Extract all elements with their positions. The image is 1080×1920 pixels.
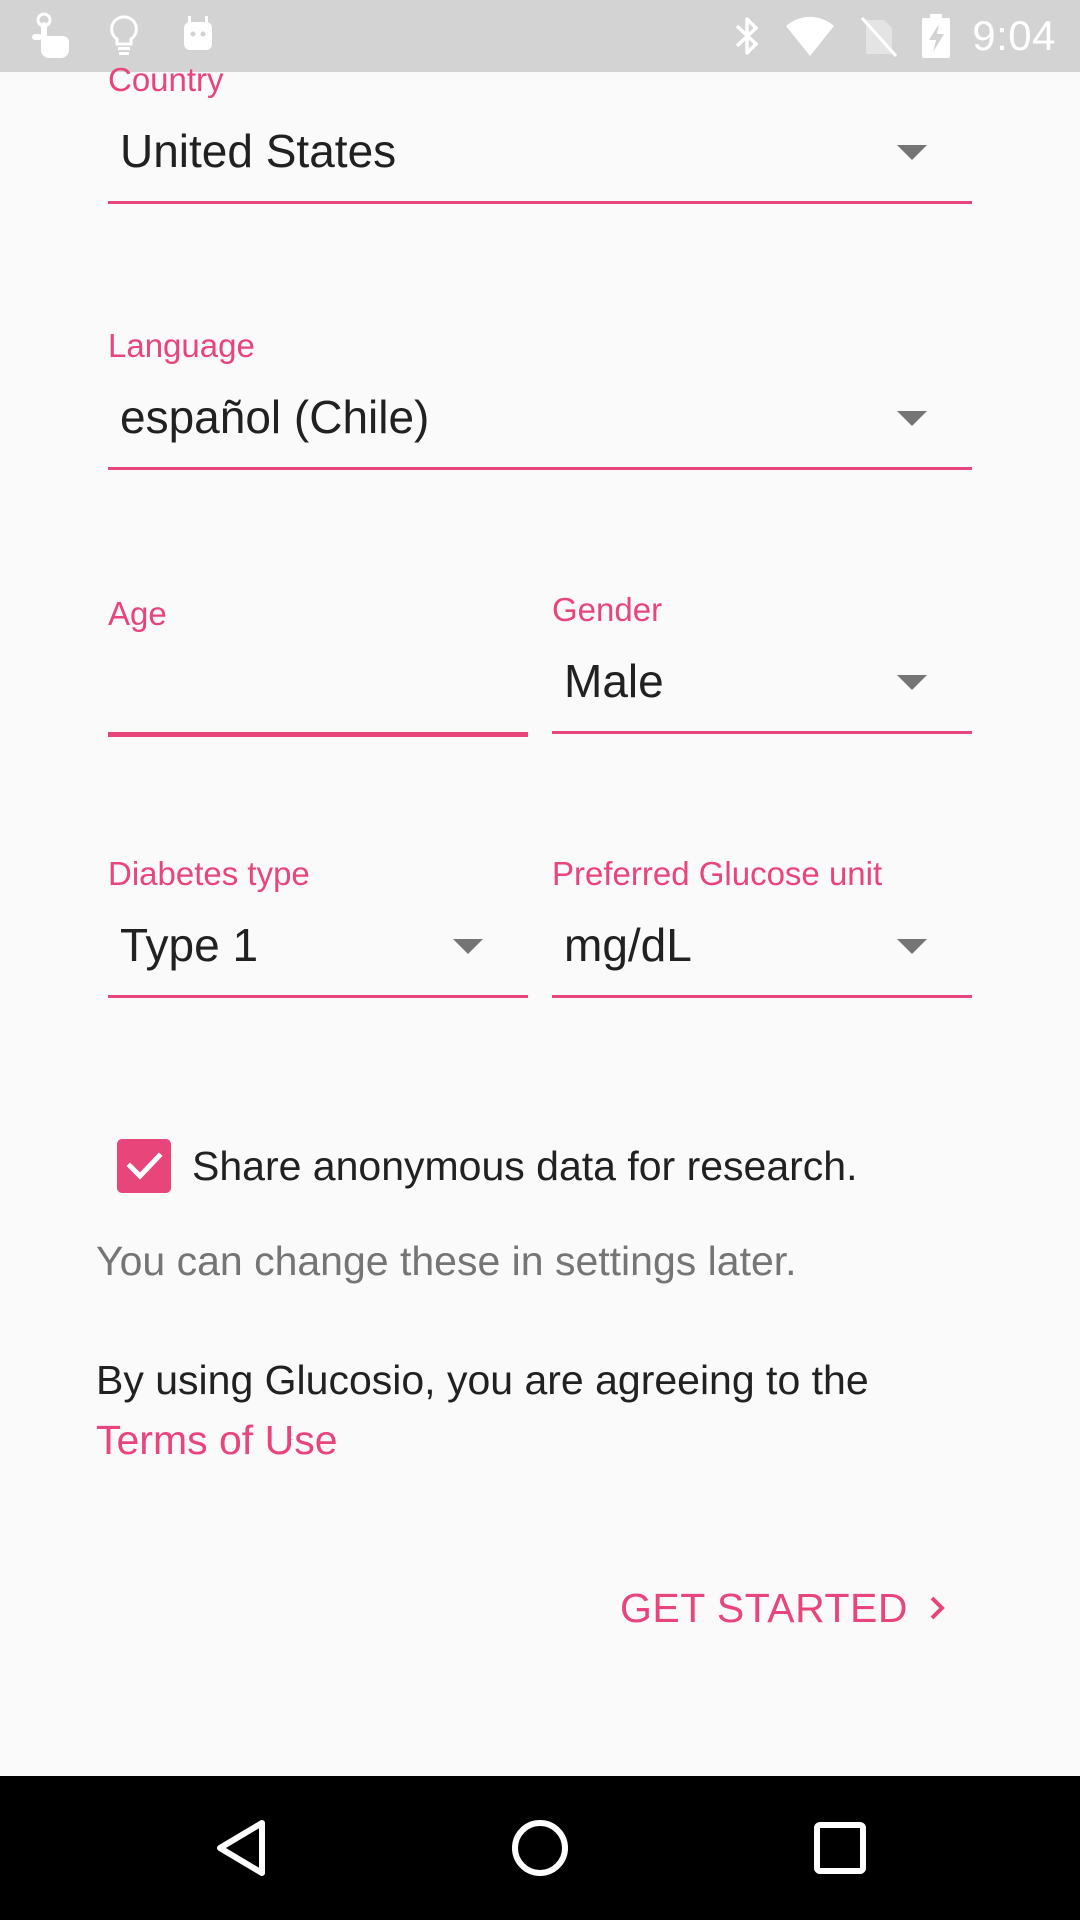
- wifi-icon: [784, 14, 836, 63]
- no-sim-icon: [858, 14, 898, 63]
- chevron-down-icon: [897, 939, 927, 954]
- lightbulb-icon: [108, 14, 140, 63]
- checkmark-icon: [126, 1152, 163, 1180]
- terms-text: By using Glucosio, you are agreeing to t…: [96, 1357, 869, 1403]
- navigation-bar: [0, 1776, 1080, 1920]
- chevron-down-icon: [897, 145, 927, 160]
- welcome-screen: 9:04 Country United States Language espa…: [0, 0, 1080, 1920]
- terms-of-use-link[interactable]: Terms of Use: [96, 1414, 338, 1466]
- android-icon: [178, 12, 218, 61]
- language-label: Language: [108, 327, 255, 364]
- country-underline: [108, 201, 972, 204]
- age-underline: [108, 732, 528, 737]
- language-value: español (Chile): [120, 391, 430, 443]
- settings-hint: You can change these in settings later.: [96, 1238, 797, 1284]
- recents-icon[interactable]: [812, 1820, 868, 1881]
- chevron-down-icon: [897, 675, 927, 690]
- share-data-label[interactable]: Share anonymous data for research.: [192, 1140, 858, 1192]
- age-input[interactable]: [108, 630, 528, 734]
- back-icon[interactable]: [212, 1818, 268, 1883]
- home-icon[interactable]: [510, 1818, 570, 1883]
- country-label: Country: [108, 61, 224, 98]
- diabetes-type-underline: [108, 995, 528, 998]
- share-data-checkbox[interactable]: [117, 1139, 171, 1193]
- glucose-unit-value: mg/dL: [564, 919, 692, 971]
- get-started-label: GET STARTED: [620, 1584, 908, 1631]
- get-started-button[interactable]: GET STARTED: [620, 1578, 948, 1638]
- glucose-unit-label: Preferred Glucose unit: [552, 855, 883, 892]
- chevron-down-icon: [897, 411, 927, 426]
- bluetooth-icon: [732, 14, 762, 63]
- glucose-unit-underline: [552, 995, 972, 998]
- language-underline: [108, 467, 972, 470]
- gender-value: Male: [564, 655, 664, 707]
- status-time: 9:04: [972, 12, 1056, 59]
- touch-gesture-icon: [30, 12, 74, 65]
- gender-label: Gender: [552, 591, 663, 628]
- chevron-right-icon: [926, 1593, 948, 1623]
- battery-charging-icon: [920, 12, 952, 65]
- age-label: Age: [108, 595, 167, 632]
- diabetes-type-label: Diabetes type: [108, 855, 310, 892]
- country-value: United States: [120, 125, 397, 177]
- chevron-down-icon: [453, 939, 483, 954]
- gender-underline: [552, 731, 972, 734]
- diabetes-type-value: Type 1: [120, 919, 259, 971]
